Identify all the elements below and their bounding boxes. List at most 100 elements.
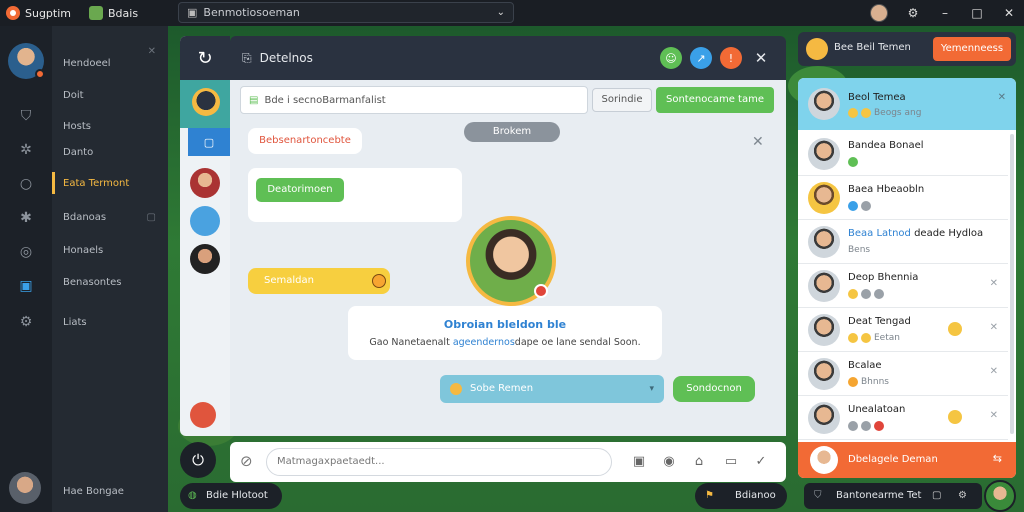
swap-icon[interactable]: ⇆ [993, 452, 1002, 465]
nav-item[interactable]: Honaels [63, 245, 103, 256]
contact-row[interactable]: Bandea Bonael [798, 132, 1008, 176]
shield-icon [861, 289, 871, 299]
selector-icon: ▣ [187, 6, 198, 19]
search-field[interactable]: ▤ Bde i secnoBarmanfalist [240, 86, 588, 114]
account-avatar[interactable] [9, 472, 41, 504]
message-card[interactable]: Deatorimoen [248, 168, 462, 222]
send-icon[interactable]: ✓ [752, 453, 770, 471]
shield-icon[interactable]: ⛉ [18, 108, 34, 124]
contact-avatar [808, 402, 840, 434]
contact-avatar[interactable] [190, 244, 220, 274]
contact-row[interactable]: Bcalae Bhnns ✕ [798, 352, 1008, 396]
nav-item[interactable]: Doit [63, 90, 84, 101]
status-text: Eetan [874, 333, 900, 343]
tab-bdais[interactable]: Bdais [89, 6, 138, 20]
contact-row[interactable]: Unealatoan ✕ [798, 396, 1008, 440]
contact-name: Deop Bhennia [848, 272, 919, 283]
chat-icon[interactable]: ◎ [18, 244, 34, 260]
nav-item[interactable]: Bdanoas [63, 212, 106, 223]
gear-icon[interactable]: ✲ [18, 142, 34, 158]
image-icon[interactable]: ▣ [630, 453, 648, 471]
profile-avatar[interactable] [8, 43, 45, 79]
contact-status [848, 289, 884, 299]
profile-avatar-large[interactable] [466, 216, 556, 306]
contact-row[interactable]: Baea Hbeaobln [798, 176, 1008, 220]
copy-icon[interactable]: ⎘ [242, 51, 252, 66]
nav-item[interactable]: Hosts [63, 121, 91, 132]
nav-item[interactable]: Hendoeel [63, 58, 111, 69]
app-title[interactable]: Sugptim [6, 6, 71, 20]
subtitle-link[interactable]: ageendernos [453, 337, 515, 348]
nav-item[interactable]: Benasontes [63, 277, 121, 288]
contact-avatar[interactable] [190, 402, 216, 428]
alert-icon[interactable]: ! [720, 47, 742, 69]
expand-icon[interactable]: ▢ [147, 212, 156, 223]
nav-item-active[interactable]: Eata Termont [63, 178, 129, 189]
user-avatar[interactable] [870, 4, 888, 22]
coin-icon [861, 333, 871, 343]
share-icon[interactable]: ↗ [690, 47, 712, 69]
contact-row[interactable]: Deat Tengad Eetan ✕ [798, 308, 1008, 352]
player-avatar[interactable] [984, 480, 1016, 512]
gear-icon [848, 421, 858, 431]
app-logo-icon [6, 6, 20, 20]
contact-row[interactable]: Deop Bhennia ✕ [798, 264, 1008, 308]
box-icon[interactable]: ▣ [18, 278, 34, 294]
gift-icon[interactable]: ⌂ [690, 453, 708, 471]
contact-avatar[interactable] [190, 168, 220, 198]
channel-selector[interactable]: ▣ Benmotiosoeman ⌄ [178, 2, 514, 23]
bottom-pill-right[interactable]: ⛉ Bantonearme Tet ▢ ⚙ [804, 483, 982, 509]
window-icon[interactable]: ▢ [932, 483, 941, 509]
star-icon [848, 377, 858, 387]
top-contact[interactable]: Beol Temea Beogs ang ✕ [798, 78, 1016, 130]
footer-label[interactable]: Hae Bongae [63, 486, 124, 497]
header-action-button[interactable]: Yemenneess [933, 37, 1011, 61]
primary-button[interactable]: Sontenocame tame [656, 87, 774, 113]
folder-icon[interactable]: ▭ [722, 453, 740, 471]
minimize-button[interactable]: – [938, 6, 952, 20]
close-window-button[interactable]: ✕ [1002, 6, 1016, 20]
secondary-button[interactable]: Sorindie [592, 88, 652, 112]
message-bubble[interactable]: Semaldan [248, 268, 390, 294]
close-icon[interactable]: ✕ [998, 92, 1006, 103]
settings-icon[interactable]: ✱ [18, 210, 34, 226]
dismiss-icon[interactable]: ✕ [752, 134, 764, 150]
card-label[interactable]: Deatorimoen [256, 178, 344, 202]
chat-title: Detelnos [259, 51, 313, 65]
bottom-pill-left[interactable]: ◍ Bdie Hlotoot [180, 483, 282, 509]
star-icon [450, 383, 462, 395]
drop-icon [848, 201, 858, 211]
contacts-footer[interactable]: Dbelagele Deman ⇆ [798, 442, 1016, 478]
reply-select[interactable]: Sobe Remen ▾ [440, 375, 664, 403]
message-bubble[interactable]: Bebsenartoncebte [248, 128, 362, 154]
attach-icon[interactable]: ⊘ [240, 452, 260, 472]
emoji-icon[interactable]: ☺ [660, 47, 682, 69]
cog-icon[interactable]: ⚙ [18, 314, 34, 330]
close-icon[interactable]: ✕ [990, 366, 998, 377]
close-icon[interactable]: ✕ [148, 46, 156, 57]
bottom-pill-mid[interactable]: ⚑ Bdianoo [695, 483, 787, 509]
reply-button[interactable]: Sondocnon [673, 376, 755, 402]
camera-icon[interactable]: ◉ [660, 453, 678, 471]
close-icon[interactable]: ✕ [990, 410, 998, 421]
message-input[interactable]: Matmagaxpaetaedt... [266, 448, 612, 476]
contact-status: Bhnns [848, 377, 889, 387]
close-icon[interactable]: ✕ [990, 278, 998, 289]
channel-avatar[interactable] [192, 88, 220, 116]
close-icon[interactable]: ✕ [990, 322, 998, 333]
selected-channel-icon[interactable]: ▢ [188, 128, 230, 156]
scrollbar[interactable] [1010, 134, 1014, 434]
contacts-header: Bee Beil Temen Yemenneess [798, 32, 1016, 66]
notification-badge [534, 284, 548, 298]
contact-row[interactable]: Beaa Latnod deade Hydloa Bens [798, 220, 1008, 264]
circle-icon[interactable]: ○ [18, 176, 34, 192]
power-icon[interactable]: ⏻ [180, 442, 216, 478]
settings-icon[interactable]: ⚙ [958, 483, 967, 509]
nav-item[interactable]: Danto [63, 147, 93, 158]
settings-icon[interactable]: ⚙ [906, 6, 920, 20]
refresh-icon[interactable]: ↻ [180, 36, 230, 80]
contact-avatar[interactable] [190, 206, 220, 236]
nav-item[interactable]: Liats [63, 317, 87, 328]
maximize-button[interactable]: □ [970, 6, 984, 20]
close-icon[interactable]: ✕ [750, 47, 772, 69]
